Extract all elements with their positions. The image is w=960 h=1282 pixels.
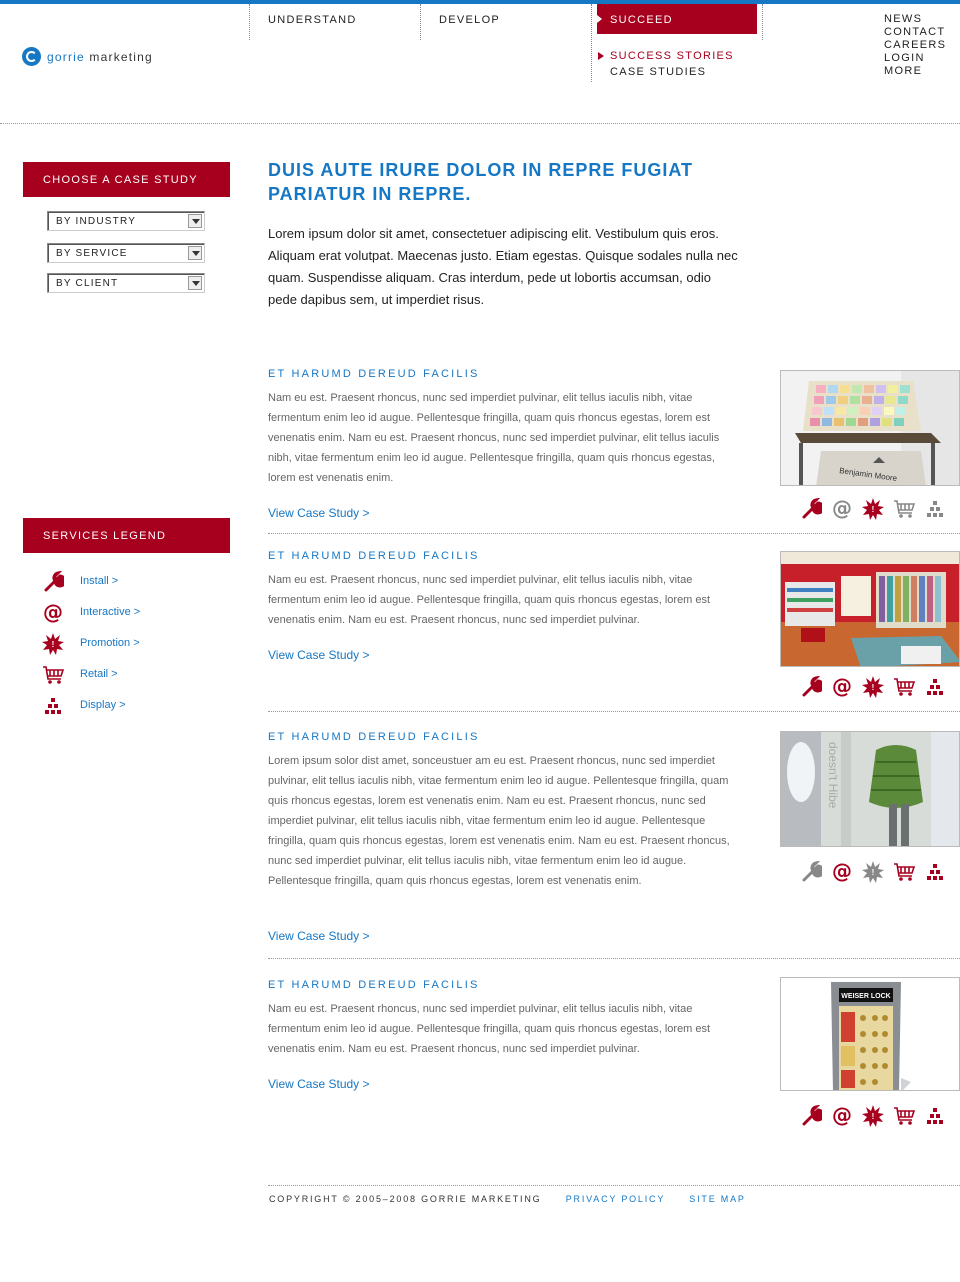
case-service-icons: @! [799,676,946,698]
header-divider [0,123,960,124]
case-description: Nam eu est. Praesent rhoncus, nunc sed i… [268,1003,711,1055]
chevron-down-icon [188,246,202,260]
case-divider [268,711,960,712]
case-service-icons: @! [799,861,946,883]
cart-icon [892,498,915,520]
display-icon [923,498,946,520]
svg-text:@: @ [43,602,63,624]
case-description: Nam eu est. Praesent rhoncus, nunc sed i… [268,392,720,484]
cart-icon [40,664,66,686]
chevron-down-icon [188,276,202,290]
cart-icon [892,861,915,883]
burst-icon: ! [861,861,884,883]
subnav-case-studies[interactable]: CASE STUDIES [610,66,706,78]
footer: COPYRIGHT © 2005–2008 GORRIE MARKETING P… [269,1194,746,1204]
svg-text:@: @ [832,861,852,883]
service-select[interactable]: BY SERVICE [47,243,205,263]
case-study-item: ET HARUMD DEREUD FACILIS Nam eu est. Pra… [268,368,960,528]
display-icon [40,695,66,717]
case-service-icons: @! [799,1105,946,1127]
nav-succeed[interactable]: SUCCEED [597,4,757,34]
wrench-icon [799,498,822,520]
nav-divider [249,4,250,40]
cart-icon [892,676,915,698]
case-study-item: ET HARUMD DEREUD FACILIS Nam eu est. Pra… [268,550,960,700]
industry-select[interactable]: BY INDUSTRY [47,211,205,231]
view-case-study-link[interactable]: View Case Study > [268,929,370,943]
nav-divider [420,4,421,40]
view-case-study-link[interactable]: View Case Study > [268,648,370,662]
nav-divider [591,4,592,82]
legend-install[interactable]: Install > [40,571,118,593]
case-divider [268,958,960,959]
wrench-icon [799,676,822,698]
view-case-study-link[interactable]: View Case Study > [268,506,370,520]
case-image-text: doesn't Hibe [826,742,840,809]
case-thumbnail[interactable]: Benjamin Moore [780,370,960,486]
logo[interactable]: gorrie marketing [22,47,153,66]
display-icon [923,1105,946,1127]
footer-divider [268,1185,960,1186]
site-map-link[interactable]: SITE MAP [689,1194,745,1204]
subnav-success-stories[interactable]: SUCCESS STORIES [598,50,734,62]
intro-text: Lorem ipsum dolor sit amet, consectetuer… [268,226,738,307]
svg-text:@: @ [832,676,852,698]
services-legend-heading: SERVICES LEGEND [23,518,230,553]
logo-text: gorrie marketing [47,49,153,64]
svg-text:!: ! [52,640,55,649]
wrench-icon [799,861,822,883]
svg-text:!: ! [871,1112,874,1121]
display-icon [923,861,946,883]
copyright: COPYRIGHT © 2005–2008 GORRIE MARKETING [269,1194,542,1204]
wrench-icon [40,571,66,593]
svg-text:!: ! [871,683,874,692]
at-icon: @ [830,498,853,520]
page-title: DUIS AUTE IRURE DOLOR IN REPRE FUGIAT PA… [268,160,694,204]
nav-divider [762,4,763,40]
case-divider [268,533,960,534]
cart-icon [892,1105,915,1127]
burst-icon: ! [861,676,884,698]
case-image-text: WEISER LOCK [841,993,890,1000]
at-icon: @ [830,861,853,883]
svg-text:@: @ [832,1105,852,1127]
at-icon: @ [830,1105,853,1127]
util-contact[interactable]: CONTACT [884,26,946,39]
util-login[interactable]: LOGIN [884,52,946,65]
burst-icon: ! [861,1105,884,1127]
legend-promotion[interactable]: ! Promotion > [40,633,140,655]
view-case-study-link[interactable]: View Case Study > [268,1077,370,1091]
case-description: Lorem ipsum solor dist amet, sonceustuer… [268,755,730,887]
utility-nav: NEWS CONTACT CAREERS LOGIN MORE [884,13,946,78]
nav-develop[interactable]: DEVELOP [439,4,500,40]
case-description: Nam eu est. Praesent rhoncus, nunc sed i… [268,574,711,626]
at-icon: @ [830,676,853,698]
burst-icon: ! [40,633,66,655]
svg-text:@: @ [832,498,852,520]
util-more[interactable]: MORE [884,65,946,78]
case-study-item: ET HARUMD DEREUD FACILIS Nam eu est. Pra… [268,977,960,1149]
case-thumbnail[interactable] [780,551,960,667]
display-icon [923,676,946,698]
wrench-icon [799,1105,822,1127]
svg-text:!: ! [871,505,874,514]
chevron-down-icon [188,214,202,228]
case-thumbnail[interactable]: WEISER LOCK [780,977,960,1091]
case-study-item: ET HARUMD DEREUD FACILIS Lorem ipsum sol… [268,731,960,951]
legend-retail[interactable]: Retail > [40,664,118,686]
burst-icon: ! [861,498,884,520]
legend-interactive[interactable]: @ Interactive > [40,602,140,624]
nav-understand[interactable]: UNDERSTAND [268,4,357,40]
util-careers[interactable]: CAREERS [884,39,946,52]
svg-text:!: ! [871,868,874,877]
case-service-icons: @! [799,498,946,520]
logo-icon [22,47,41,66]
case-thumbnail[interactable]: doesn't Hibe [780,731,960,847]
at-icon: @ [40,602,66,624]
util-news[interactable]: NEWS [884,13,946,26]
legend-display[interactable]: Display > [40,695,126,717]
client-select[interactable]: BY CLIENT [47,273,205,293]
privacy-policy-link[interactable]: PRIVACY POLICY [566,1194,665,1204]
choose-case-study-heading: CHOOSE A CASE STUDY [23,162,230,197]
